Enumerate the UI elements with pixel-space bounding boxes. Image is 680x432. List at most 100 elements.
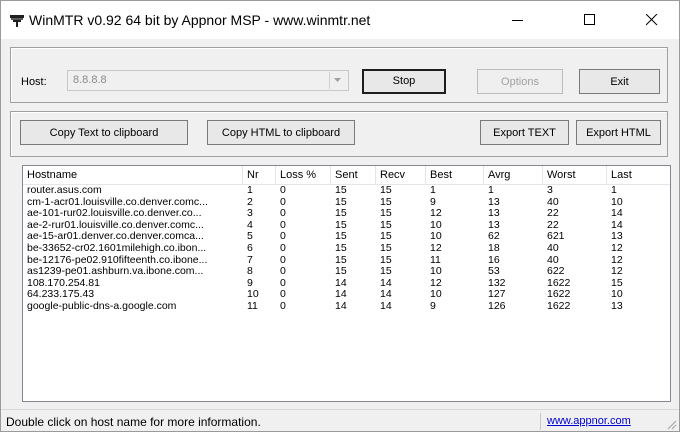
cell-worst: 621 (547, 231, 565, 243)
status-bar: Double click on host name for more infor… (1, 409, 679, 431)
cell-hostname: 64.233.175.43 (27, 289, 95, 301)
cell-recv: 15 (380, 185, 392, 196)
cell-nr: 8 (247, 266, 253, 278)
table-row[interactable]: 64.233.175.43 10 0 14 14 10 127 1622 10 (23, 289, 670, 301)
cell-avrg: 1 (488, 185, 494, 196)
cell-sent: 15 (335, 266, 347, 278)
cell-sent: 15 (335, 196, 347, 208)
column-header-recv[interactable]: Recv (376, 166, 426, 184)
table-row[interactable]: 108.170.254.81 9 0 14 14 12 132 1622 15 (23, 278, 670, 290)
column-header-sent[interactable]: Sent (331, 166, 376, 184)
host-label: Host: (21, 76, 47, 88)
cell-sent: 15 (335, 219, 347, 231)
app-icon (10, 14, 24, 27)
cell-best: 12 (430, 242, 442, 254)
column-header-best[interactable]: Best (426, 166, 484, 184)
trace-table[interactable]: Hostname Nr Loss % Sent Recv Best Avrg W… (22, 165, 671, 402)
cell-hostname: 108.170.254.81 (27, 277, 100, 289)
cell-worst: 40 (547, 242, 559, 254)
cell-recv: 14 (380, 300, 392, 312)
cell-worst: 40 (547, 254, 559, 266)
cell-nr: 11 (247, 300, 258, 312)
close-button[interactable] (629, 1, 675, 39)
cell-recv: 14 (380, 289, 392, 301)
column-header-nr[interactable]: Nr (243, 166, 276, 184)
title-bar[interactable]: WinMTR v0.92 64 bit by Appnor MSP - www.… (1, 1, 679, 39)
cell-sent: 15 (335, 242, 347, 254)
exit-button[interactable]: Exit (579, 69, 660, 94)
cell-loss: 0 (280, 254, 286, 266)
options-button[interactable]: Options (477, 69, 563, 94)
cell-best: 9 (430, 300, 436, 312)
column-header-hostname[interactable]: Hostname (23, 166, 243, 184)
table-row[interactable]: be-33652-cr02.1601milehigh.co.ibon... 6 0 1… (23, 243, 670, 255)
host-value: 8.8.8.8 (73, 74, 107, 86)
cell-best: 1 (430, 185, 436, 196)
table-header: Hostname Nr Loss % Sent Recv Best Avrg W… (23, 166, 670, 185)
cell-best: 10 (430, 231, 442, 243)
table-row[interactable]: ae-2-rur01.louisville.co.denver.comc... 4… (23, 220, 670, 232)
appnor-link[interactable]: www.appnor.com (547, 415, 631, 427)
cell-loss: 0 (280, 277, 286, 289)
cell-avrg: 13 (488, 208, 500, 220)
window-title: WinMTR v0.92 64 bit by Appnor MSP - www.… (29, 12, 371, 28)
cell-hostname: be-12176-pe02.910fifteenth.co.ibone... (27, 254, 208, 266)
table-row[interactable]: ae-101-rur02.louisville.co.denver.co... 3… (23, 208, 670, 220)
table-row[interactable]: router.asus.com 1 0 15 15 1 1 3 1 (23, 185, 670, 197)
cell-last: 14 (611, 219, 623, 231)
column-header-last[interactable]: Last (607, 166, 670, 184)
export-text-button[interactable]: Export TEXT (480, 120, 569, 145)
status-link-pane: www.appnor.com (540, 413, 661, 430)
cell-hostname: ae-15-ar01.denver.co.denver.comca... (27, 231, 204, 243)
cell-recv: 15 (380, 242, 392, 254)
cell-worst: 1622 (547, 300, 571, 312)
export-html-button[interactable]: Export HTML (576, 120, 661, 145)
cell-sent: 14 (335, 300, 347, 312)
stop-button[interactable]: Stop (362, 69, 446, 94)
table-row[interactable]: as1239-pe01.ashburn.va.ibone.com... 8 0 15 1… (23, 266, 670, 278)
cell-loss: 0 (280, 185, 286, 196)
cell-worst: 1622 (547, 277, 571, 289)
cell-best: 9 (430, 196, 436, 208)
cell-sent: 14 (335, 289, 347, 301)
cell-avrg: 13 (488, 219, 500, 231)
cell-recv: 15 (380, 266, 392, 278)
cell-hostname: be-33652-cr02.1601milehigh.co.ibon... (27, 242, 207, 254)
resize-grip-icon[interactable] (665, 418, 677, 430)
cell-loss: 0 (280, 300, 286, 312)
cell-best: 10 (430, 219, 442, 231)
cell-loss: 0 (280, 208, 286, 220)
table-row[interactable]: be-12176-pe02.910fifteenth.co.ibone... 7 0… (23, 255, 670, 267)
cell-worst: 22 (547, 208, 559, 220)
cell-worst: 3 (547, 185, 553, 196)
copy-text-button[interactable]: Copy Text to clipboard (20, 120, 188, 145)
maximize-button[interactable] (567, 1, 613, 39)
cell-avrg: 18 (488, 242, 500, 254)
copy-html-button[interactable]: Copy HTML to clipboard (207, 120, 355, 145)
cell-hostname: router.asus.com (27, 185, 102, 196)
table-row[interactable]: ae-15-ar01.denver.co.denver.comca... 5 0 15… (23, 231, 670, 243)
cell-avrg: 127 (488, 289, 506, 301)
cell-avrg: 126 (488, 300, 506, 312)
cell-hostname: ae-101-rur02.louisville.co.denver.co... (27, 208, 202, 220)
cell-sent: 14 (335, 277, 347, 289)
cell-loss: 0 (280, 231, 286, 243)
table-row[interactable]: cm-1-acr01.louisville.co.denver.comc... 2… (23, 197, 670, 209)
chevron-down-icon (334, 78, 341, 82)
cell-hostname: google-public-dns-a.google.com (27, 300, 177, 312)
host-combobox[interactable]: 8.8.8.8 (67, 70, 349, 91)
cell-best: 12 (430, 208, 442, 220)
column-header-avrg[interactable]: Avrg (484, 166, 543, 184)
cell-nr: 6 (247, 242, 253, 254)
column-header-loss[interactable]: Loss % (276, 166, 331, 184)
host-dropdown-button[interactable] (329, 72, 347, 89)
minimize-button[interactable] (495, 1, 541, 39)
cell-last: 15 (611, 277, 623, 289)
cell-recv: 15 (380, 196, 392, 208)
cell-worst: 40 (547, 196, 559, 208)
cell-last: 12 (611, 242, 623, 254)
column-header-worst[interactable]: Worst (543, 166, 607, 184)
table-row[interactable]: google-public-dns-a.google.com 11 0 14 14 9 12… (23, 301, 670, 313)
cell-best: 10 (430, 289, 442, 301)
cell-best: 10 (430, 266, 442, 278)
